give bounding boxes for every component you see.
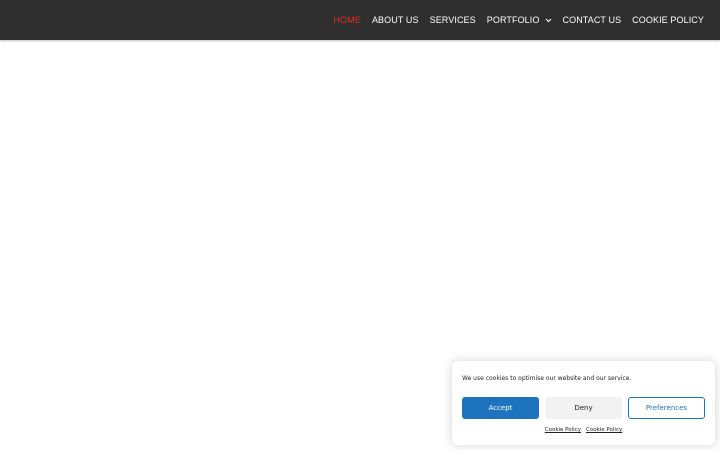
accept-button[interactable]: Accept: [462, 397, 539, 419]
nav-item-label: SERVICES: [429, 15, 476, 25]
cookie-consent-banner: We use cookies to optimise our website a…: [452, 361, 715, 445]
cookie-message: We use cookies to optimise our website a…: [462, 375, 632, 382]
top-navbar: HOME ABOUT US SERVICES PORTFOLIO CONTACT…: [0, 0, 720, 40]
preferences-button[interactable]: Preferences: [628, 397, 705, 419]
deny-button[interactable]: Deny: [545, 397, 622, 419]
nav-item-about-us[interactable]: ABOUT US: [372, 15, 419, 25]
nav-item-label: PORTFOLIO: [486, 15, 540, 25]
main-menu: HOME ABOUT US SERVICES PORTFOLIO CONTACT…: [334, 0, 704, 40]
chevron-down-icon: [545, 18, 552, 23]
nav-item-cookie-policy[interactable]: COOKIE POLICY: [632, 15, 704, 25]
nav-item-contact-us[interactable]: CONTACT US: [563, 15, 622, 25]
cookie-policy-link-2[interactable]: Cookie Policy: [586, 427, 622, 433]
nav-item-label: CONTACT US: [562, 15, 622, 25]
cookie-links: Cookie Policy Cookie Policy: [452, 427, 715, 433]
nav-item-home[interactable]: HOME: [334, 15, 361, 25]
nav-item-services[interactable]: SERVICES: [430, 15, 476, 25]
nav-item-label: HOME: [333, 15, 361, 25]
page: HOME ABOUT US SERVICES PORTFOLIO CONTACT…: [0, 0, 720, 450]
nav-item-label: ABOUT US: [371, 15, 419, 25]
nav-item-portfolio[interactable]: PORTFOLIO: [487, 15, 552, 25]
cookie-policy-link[interactable]: Cookie Policy: [545, 427, 581, 433]
nav-item-label: COOKIE POLICY: [632, 15, 704, 25]
cookie-buttons: Accept Deny Preferences: [462, 397, 705, 419]
